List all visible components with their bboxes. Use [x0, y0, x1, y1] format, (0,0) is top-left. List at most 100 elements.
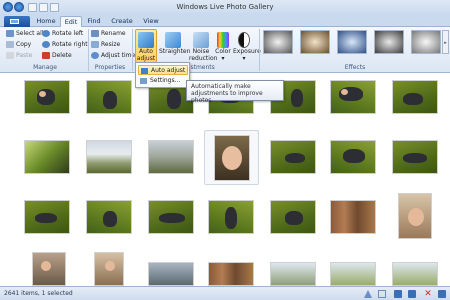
auto-adjust-icon: [138, 32, 154, 48]
menu-item-settings[interactable]: Settings...: [138, 76, 188, 86]
delete-button[interactable]: Delete: [42, 51, 72, 60]
adjust-time-button[interactable]: Adjust time: [91, 51, 135, 60]
app-menu-button[interactable]: [4, 16, 30, 27]
exposure-button[interactable]: Exposure ▾: [233, 29, 261, 63]
ribbon-tab-row: Home Edit Find Create View: [0, 15, 450, 27]
photo-thumbnail[interactable]: [398, 193, 432, 239]
selected-photo-thumbnail[interactable]: [214, 135, 250, 181]
select-all-icon: [6, 30, 14, 37]
auto-adjust-button[interactable]: Auto adjust ▾: [135, 29, 157, 68]
rotate-right-status-icon[interactable]: [408, 290, 416, 298]
selected-photo-tile[interactable]: [204, 130, 259, 185]
photo-thumbnail[interactable]: [270, 200, 316, 234]
ribbon-separator: [132, 29, 133, 71]
resize-label: Resize: [101, 41, 121, 48]
resize-button[interactable]: Resize: [91, 40, 120, 49]
photo-thumbnail[interactable]: [330, 262, 376, 286]
color-button[interactable]: Color ▾: [215, 29, 231, 63]
copy-button[interactable]: Copy: [6, 40, 31, 49]
noise-reduction-icon: [193, 32, 209, 48]
rotate-right-icon: [42, 41, 50, 48]
tab-view[interactable]: View: [139, 16, 163, 27]
photo-thumbnail[interactable]: [330, 200, 376, 234]
photo-thumbnail[interactable]: [392, 140, 438, 174]
photo-thumbnail[interactable]: [24, 200, 70, 234]
rotate-left-status-icon[interactable]: [394, 290, 402, 298]
photo-thumbnail[interactable]: [270, 262, 316, 286]
exposure-icon: [238, 32, 250, 48]
exposure-label: Exposure: [233, 48, 261, 55]
rotate-right-button[interactable]: Rotate right: [42, 40, 88, 49]
delete-icon: [42, 52, 50, 59]
effects-group-label: Effects: [344, 64, 366, 71]
effects-scroll-arrow-icon[interactable]: ▸: [442, 30, 449, 54]
tab-edit[interactable]: Edit: [60, 16, 82, 27]
rotate-left-label: Rotate left: [52, 30, 84, 37]
effect-grayscale[interactable]: [374, 30, 404, 54]
color-label: Color: [215, 48, 231, 55]
photo-thumbnail[interactable]: [208, 262, 254, 286]
tooltip: Automatically make adjustments to improv…: [186, 80, 284, 104]
status-bar: 2641 items, 1 selected ✕: [0, 286, 450, 300]
photo-thumbnail[interactable]: [330, 140, 376, 174]
menu-item-auto-adjust[interactable]: Auto adjust: [138, 65, 188, 75]
auto-adjust-label: Auto adjust: [136, 48, 156, 62]
title-bar: Windows Live Photo Gallery: [0, 0, 450, 15]
tab-create[interactable]: Create: [107, 16, 137, 27]
photo-thumbnail[interactable]: [392, 262, 438, 286]
auto-adjust-small-icon: [141, 68, 148, 74]
photo-thumbnail[interactable]: [94, 252, 124, 286]
view-toggle-icon[interactable]: [378, 290, 386, 298]
ribbon-separator: [259, 29, 260, 71]
paste-icon: [6, 52, 14, 59]
app-menu-icon: [10, 19, 19, 24]
rotate-right-label: Rotate right: [52, 41, 88, 48]
photo-thumbnail[interactable]: [86, 140, 132, 174]
delete-status-icon[interactable]: ✕: [424, 290, 432, 299]
menu-item-label: Settings...: [150, 77, 181, 84]
photo-thumbnail[interactable]: [330, 80, 376, 114]
photo-thumbnail[interactable]: [24, 80, 70, 114]
noise-reduction-label: Noise reduction: [189, 48, 218, 62]
tab-home[interactable]: Home: [33, 16, 59, 27]
menu-item-label: Auto adjust: [151, 67, 186, 74]
tab-find[interactable]: Find: [83, 16, 105, 27]
select-all-button[interactable]: Select all: [6, 29, 43, 38]
auto-adjust-menu: Auto adjust Settings...: [135, 62, 190, 88]
effect-sepia[interactable]: [300, 30, 330, 54]
effect-black-white[interactable]: [263, 30, 293, 54]
photo-thumbnail[interactable]: [208, 200, 254, 234]
straighten-button[interactable]: Straighten: [159, 29, 191, 63]
photo-thumbnail[interactable]: [270, 140, 316, 174]
paste-button[interactable]: Paste: [6, 51, 32, 60]
color-icon: [217, 32, 229, 48]
status-text: 2641 items, 1 selected: [4, 290, 73, 297]
photo-thumbnail[interactable]: [148, 140, 194, 174]
select-all-label: Select all: [16, 30, 44, 37]
photo-thumbnail[interactable]: [24, 140, 70, 174]
photo-thumbnail[interactable]: [148, 262, 194, 286]
slideshow-icon[interactable]: [438, 290, 446, 298]
photo-thumbnail[interactable]: [32, 252, 66, 286]
noise-reduction-button[interactable]: Noise reduction: [189, 29, 217, 63]
rename-label: Rename: [101, 30, 126, 37]
photo-thumbnail[interactable]: [86, 80, 132, 114]
effect-cyanotype[interactable]: [337, 30, 367, 54]
settings-icon: [140, 78, 147, 84]
copy-label: Copy: [16, 41, 32, 48]
photo-thumbnail[interactable]: [392, 80, 438, 114]
rotate-left-icon: [42, 30, 50, 37]
ribbon: Select all Copy Paste Rotate left Rotate…: [0, 27, 450, 73]
copy-icon: [6, 41, 14, 48]
effect-high-contrast[interactable]: [411, 30, 441, 54]
zoom-icon[interactable]: [364, 290, 372, 298]
rotate-left-button[interactable]: Rotate left: [42, 29, 83, 38]
window-title: Windows Live Photo Gallery: [176, 3, 274, 11]
straighten-icon: [165, 32, 181, 48]
straighten-label: Straighten: [159, 48, 191, 55]
manage-group-label: Manage: [33, 64, 57, 71]
photo-thumbnail[interactable]: [86, 200, 132, 234]
delete-label: Delete: [52, 52, 72, 59]
photo-thumbnail[interactable]: [148, 200, 194, 234]
rename-button[interactable]: Rename: [91, 29, 126, 38]
